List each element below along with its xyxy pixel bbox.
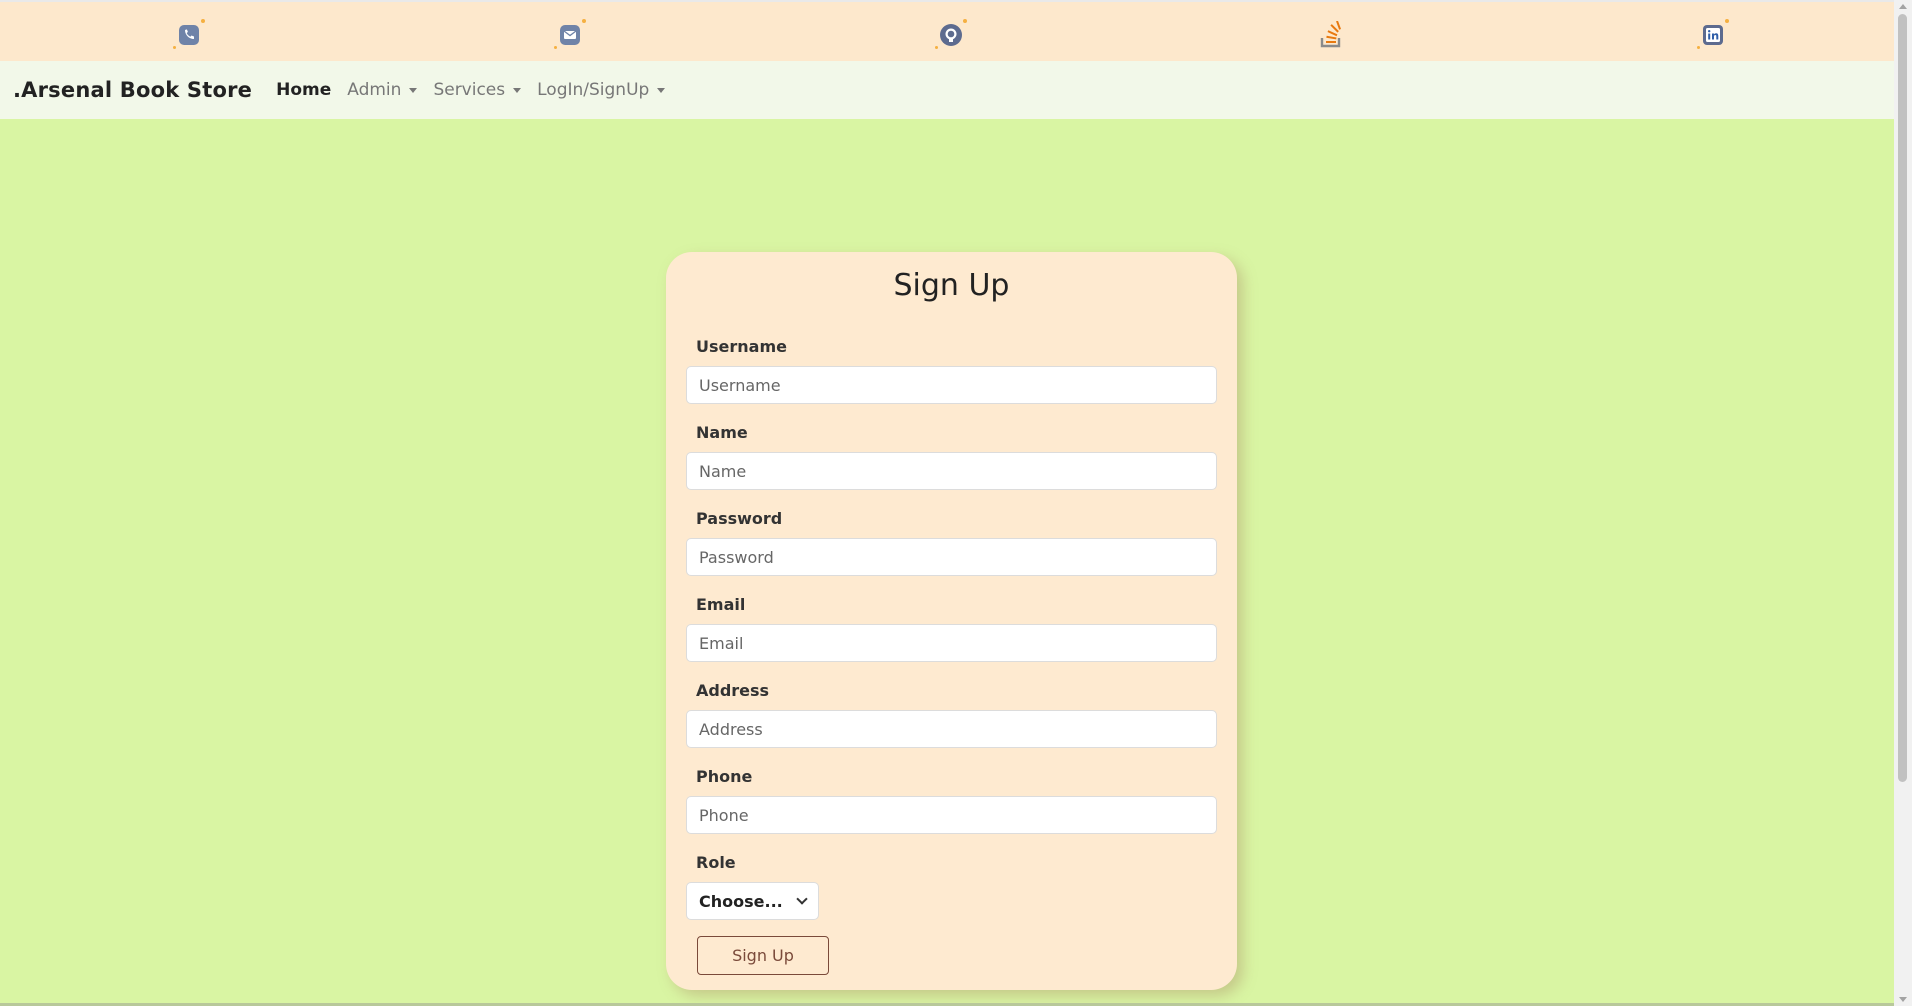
linkedin-link[interactable] <box>1697 19 1729 50</box>
password-input[interactable] <box>686 538 1217 576</box>
signup-title: Sign Up <box>893 268 1010 303</box>
nav-services-dropdown[interactable]: Services <box>433 80 522 100</box>
name-input[interactable] <box>686 452 1217 490</box>
mail-icon <box>560 25 580 45</box>
username-label: Username <box>696 337 787 356</box>
caret-down-icon <box>513 87 522 93</box>
role-label: Role <box>696 853 736 872</box>
signup-card: Sign Up Username Name Password Email Add… <box>666 252 1237 990</box>
social-bar <box>0 0 1894 61</box>
github-icon <box>940 24 962 46</box>
email-input[interactable] <box>686 624 1217 662</box>
github-link[interactable] <box>935 19 967 50</box>
phone-input[interactable] <box>686 796 1217 834</box>
username-input[interactable] <box>686 366 1217 404</box>
phone-link[interactable] <box>173 19 205 50</box>
nav-login-signup-dropdown[interactable]: LogIn/SignUp <box>537 80 666 100</box>
scroll-down-arrow-icon[interactable] <box>1899 997 1907 1002</box>
signup-submit-button[interactable]: Sign Up <box>697 936 829 975</box>
nav-services-label: Services <box>433 80 506 100</box>
phone-icon <box>179 25 199 45</box>
scrollbar-thumb[interactable] <box>1898 14 1907 782</box>
password-label: Password <box>696 509 783 528</box>
nav-home[interactable]: Home <box>276 80 331 100</box>
nav-login-signup-label: LogIn/SignUp <box>537 80 650 100</box>
brand-logo-text[interactable]: .Arsenal Book Store <box>13 78 252 102</box>
linkedin-icon <box>1703 25 1723 45</box>
role-select-value: Choose... <box>699 891 783 911</box>
name-label: Name <box>696 423 748 442</box>
caret-down-icon <box>657 87 666 93</box>
stackoverflow-link[interactable] <box>1317 20 1347 50</box>
caret-down-icon <box>409 87 418 93</box>
email-label: Email <box>696 595 746 614</box>
address-label: Address <box>696 681 770 700</box>
phone-label: Phone <box>696 767 753 786</box>
role-select[interactable]: Choose... <box>686 882 819 920</box>
address-input[interactable] <box>686 710 1217 748</box>
stackoverflow-icon <box>1320 21 1342 48</box>
nav-admin-label: Admin <box>347 80 402 100</box>
page-scrollbar[interactable] <box>1894 0 1912 1006</box>
mail-link[interactable] <box>554 19 586 50</box>
scroll-up-arrow-icon[interactable] <box>1899 4 1907 9</box>
nav-home-label: Home <box>276 80 332 100</box>
chevron-down-icon <box>796 893 808 905</box>
main-navbar: .Arsenal Book Store Home Admin Services … <box>0 61 1894 119</box>
nav-admin-dropdown[interactable]: Admin <box>347 80 418 100</box>
